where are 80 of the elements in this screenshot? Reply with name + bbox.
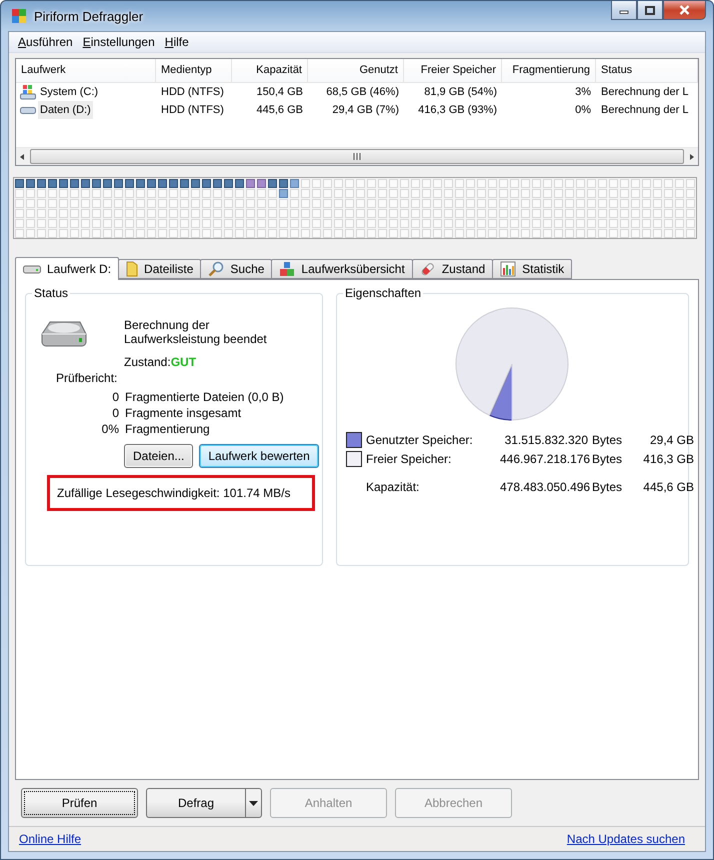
- size-value: 445,6 GB: [642, 479, 694, 495]
- table-cell-text: 68,5 GB (46%): [325, 85, 400, 100]
- report-value: 0: [111, 406, 119, 420]
- unit-label: Bytes: [592, 451, 624, 467]
- footer-link[interactable]: Online Hilfe: [19, 832, 82, 846]
- dropdown-button[interactable]: [245, 788, 262, 818]
- legend-label: Kapazität:: [366, 479, 420, 495]
- table-cell-text: 81,9 GB (54%): [423, 85, 498, 100]
- bar-chart-icon: [500, 261, 516, 277]
- column-header[interactable]: Kapazität: [232, 59, 308, 83]
- drive-name[interactable]: System (C:): [38, 83, 100, 101]
- pill-icon: [420, 261, 436, 277]
- folder-icon: [126, 261, 138, 277]
- column-header[interactable]: Laufwerk: [16, 59, 156, 83]
- table-cell-text: 0%: [574, 103, 592, 118]
- close-icon: [679, 5, 690, 15]
- tab[interactable]: Suche: [200, 259, 272, 279]
- table-cell-text: 150,4 GB: [256, 85, 304, 100]
- table-cell-text: 445,6 GB: [256, 103, 304, 118]
- read-speed-text: Zufällige Lesegeschwindigkeit: 101.74 MB/s: [47, 475, 316, 511]
- column-header[interactable]: Status: [596, 59, 698, 83]
- horizontal-scrollbar[interactable]: [16, 147, 698, 165]
- maximize-button[interactable]: [637, 1, 663, 20]
- tab[interactable]: Laufwerksübersicht: [271, 259, 413, 279]
- table-cell-text: Berechnung der L: [600, 85, 690, 100]
- legend-label: Freier Speicher:: [366, 451, 452, 467]
- menu-item[interactable]: Hilfe: [160, 35, 194, 49]
- group-title: Eigenschaften: [343, 286, 424, 300]
- menu-item[interactable]: Ausführen: [13, 35, 78, 49]
- drive-action-button[interactable]: Laufwerk bewerten: [199, 444, 319, 468]
- byte-count: 478.483.050.496: [500, 479, 588, 495]
- column-header[interactable]: Medientyp: [156, 59, 232, 83]
- table-cell-text: 3%: [574, 85, 592, 100]
- drive-action-button[interactable]: Dateien...: [124, 444, 194, 468]
- action-button[interactable]: Prüfen: [21, 788, 138, 818]
- window-title: Piriform Defraggler: [34, 8, 144, 24]
- table-cell-text: HDD (NTFS): [160, 85, 225, 100]
- report-text: Fragmentierte Dateien (0,0 B): [125, 390, 284, 404]
- action-button[interactable]: Defrag: [146, 788, 245, 818]
- legend-label: Genutzter Speicher:: [366, 432, 474, 448]
- app-icon: [10, 7, 28, 25]
- tab[interactable]: Zustand: [412, 259, 494, 279]
- size-value: 29,4 GB: [648, 432, 694, 448]
- byte-count: 31.515.832.320: [504, 432, 588, 448]
- health-value: GUT: [170, 355, 196, 369]
- menu-item[interactable]: Einstellungen: [78, 35, 160, 49]
- report-value: 0%: [100, 422, 119, 436]
- byte-count: 446.967.218.176: [500, 451, 588, 467]
- drive-name[interactable]: Daten (D:): [38, 101, 93, 119]
- status-message: Berechnung der Laufwerksleistung beendet: [124, 318, 268, 346]
- tab[interactable]: Statistik: [492, 259, 572, 279]
- unit-label: Bytes: [592, 432, 624, 448]
- report-label: Prüfbericht:: [56, 371, 118, 385]
- footer-link[interactable]: Nach Updates suchen: [566, 832, 685, 846]
- group-title: Status: [32, 286, 70, 300]
- drive-icon: [20, 106, 36, 114]
- system-drive-icon: [20, 84, 36, 100]
- size-value: 416,3 GB: [642, 451, 694, 467]
- grip-icon: [353, 153, 361, 160]
- report-value: 0: [111, 390, 119, 404]
- column-header[interactable]: Freier Speicher: [404, 59, 502, 83]
- search-icon: [208, 261, 224, 277]
- maximize-icon: [645, 6, 655, 14]
- report-text: Fragmente insgesamt: [125, 406, 242, 420]
- tab[interactable]: Dateiliste: [118, 259, 202, 279]
- column-header[interactable]: Genutzt: [308, 59, 404, 83]
- caret-icon: [249, 800, 258, 806]
- health-label: Zustand:: [124, 355, 171, 369]
- tab[interactable]: Laufwerk D:: [15, 257, 120, 280]
- drive-icon: [23, 264, 41, 274]
- table-cell-text: HDD (NTFS): [160, 103, 225, 118]
- minimize-button[interactable]: [611, 1, 637, 20]
- column-header[interactable]: Fragmentierung: [502, 59, 596, 83]
- table-cell-text: 29,4 GB (7%): [331, 103, 400, 118]
- table-cell-text: 416,3 GB (93%): [417, 103, 498, 118]
- close-button[interactable]: [663, 1, 706, 20]
- blocks-icon: [279, 261, 296, 277]
- report-text: Fragmentierung: [125, 422, 211, 436]
- table-cell-text: Berechnung der L: [600, 103, 690, 118]
- unit-label: Bytes: [592, 479, 624, 495]
